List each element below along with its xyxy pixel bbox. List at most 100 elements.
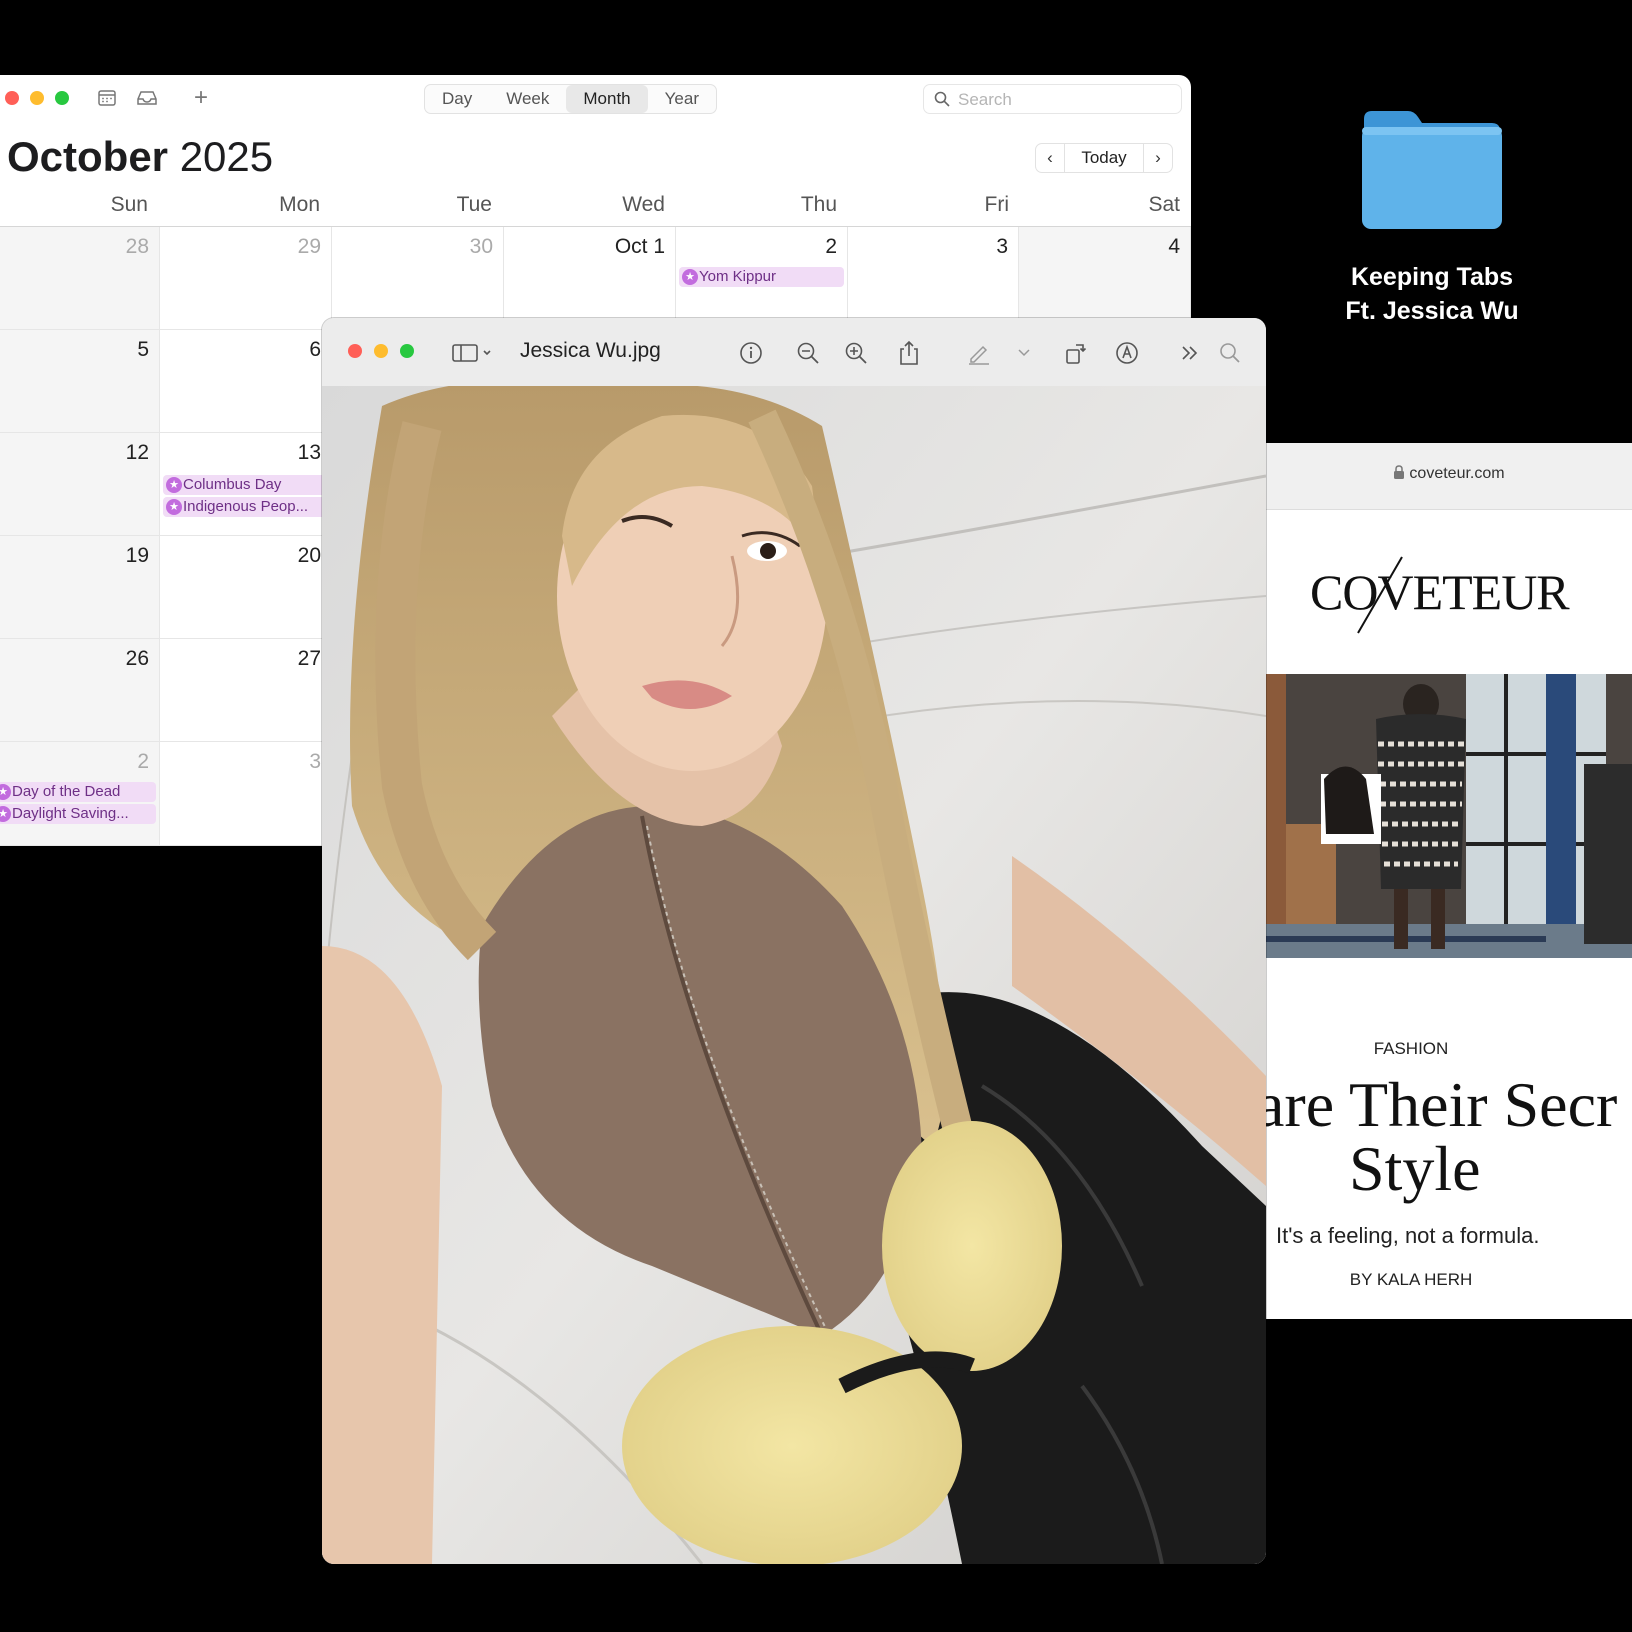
day-cell[interactable]: 2 ★Day of the Dead ★Daylight Saving...	[0, 742, 160, 846]
month-title: October 2025	[7, 133, 273, 181]
folder-label-line: Keeping Tabs	[1350, 263, 1514, 291]
day-cell[interactable]: 3	[848, 227, 1019, 330]
share-icon[interactable]	[896, 340, 922, 366]
day-cell[interactable]: 29	[160, 227, 332, 330]
previous-month-button[interactable]: ‹	[1036, 144, 1064, 172]
article-category[interactable]: FASHION	[1266, 1039, 1556, 1059]
weekday-header: Sun	[110, 193, 148, 216]
article-hero-image[interactable]	[1266, 674, 1632, 958]
day-cell[interactable]: 30	[332, 227, 504, 330]
weekday-header: Tue	[456, 193, 492, 216]
day-cell[interactable]: 12	[0, 433, 160, 536]
preview-toolbar: Jessica Wu.jpg	[322, 318, 1266, 387]
day-number: 19	[125, 544, 149, 567]
day-cell[interactable]: 26	[0, 639, 160, 742]
view-year-button[interactable]: Year	[648, 85, 716, 113]
rotate-icon[interactable]	[1063, 340, 1089, 366]
day-cell[interactable]: 2 ★ Yom Kippur	[676, 227, 848, 330]
event-day-of-the-dead[interactable]: ★Day of the Dead	[0, 782, 156, 802]
markup-pen-icon[interactable]	[966, 340, 992, 366]
view-week-button[interactable]: Week	[489, 85, 566, 113]
day-cell[interactable]: 4	[1019, 227, 1191, 330]
info-icon[interactable]	[738, 340, 764, 366]
day-cell[interactable]: 19	[0, 536, 160, 639]
weekday-header: Thu	[800, 193, 837, 216]
chevron-down-icon[interactable]	[1015, 340, 1033, 366]
search-icon	[934, 91, 950, 107]
headline-line: are Their Secr	[1266, 1069, 1618, 1140]
minimize-button[interactable]	[374, 344, 388, 358]
zoom-out-icon[interactable]	[795, 340, 821, 366]
view-switcher: Day Week Month Year	[424, 84, 717, 114]
day-number: 3	[996, 235, 1008, 258]
day-cell[interactable]: Oct 1	[504, 227, 676, 330]
today-button[interactable]: Today	[1064, 144, 1144, 172]
event-yom-kippur[interactable]: ★ Yom Kippur	[679, 267, 844, 287]
day-number: 3	[309, 750, 321, 773]
view-month-button[interactable]: Month	[566, 85, 648, 113]
day-number: 2	[137, 750, 149, 773]
view-day-button[interactable]: Day	[425, 85, 489, 113]
zoom-button[interactable]	[55, 91, 69, 105]
day-cell[interactable]: 20	[160, 536, 332, 639]
search-icon[interactable]	[1217, 340, 1243, 366]
address-bar[interactable]: coveteur.com	[1266, 443, 1632, 510]
article-headline[interactable]: are Their Secr Style	[1266, 1073, 1632, 1201]
zoom-in-icon[interactable]	[843, 340, 869, 366]
event-indigenous-peoples-day[interactable]: ★ Indigenous Peop...	[163, 497, 328, 517]
year-label: 2025	[179, 133, 274, 180]
url-field[interactable]: coveteur.com	[1266, 465, 1632, 483]
day-cell[interactable]: 3	[160, 742, 332, 846]
day-number: 13	[297, 441, 321, 464]
photo-jessica-wu[interactable]	[322, 386, 1266, 1564]
star-icon: ★	[682, 269, 698, 285]
search-field[interactable]: Search	[923, 84, 1182, 114]
folder-label-line: Ft. Jessica Wu	[1345, 297, 1519, 325]
article-byline[interactable]: BY KALA HERH	[1266, 1270, 1556, 1290]
weekday-header: Fri	[984, 193, 1010, 216]
inbox-icon[interactable]	[136, 87, 158, 109]
add-event-button[interactable]: +	[190, 84, 212, 111]
day-number: 5	[137, 338, 149, 361]
site-logo[interactable]: COVETEUR	[1310, 556, 1570, 634]
day-cell[interactable]: 5	[0, 330, 160, 433]
weekday-header: Sat	[1148, 193, 1180, 216]
event-columbus-day[interactable]: ★ Columbus Day	[163, 475, 328, 495]
preview-window: Jessica Wu.jpg	[322, 318, 1266, 1564]
event-title: Yom Kippur	[699, 268, 776, 285]
day-number: 12	[125, 441, 149, 464]
logo-text: COVETEUR	[1310, 564, 1570, 620]
chevron-double-right-icon[interactable]	[1177, 340, 1203, 366]
day-number: 29	[297, 235, 321, 258]
day-cell[interactable]: 6	[160, 330, 332, 433]
folder-icon[interactable]	[1358, 109, 1504, 233]
sidebar-toggle-icon[interactable]	[452, 340, 492, 366]
calendar-list-icon[interactable]	[96, 87, 118, 109]
day-number: Oct 1	[614, 235, 665, 258]
close-button[interactable]	[348, 344, 362, 358]
day-cell[interactable]: 13 ★ Columbus Day ★ Indigenous Peop...	[160, 433, 332, 536]
day-number: 6	[309, 338, 321, 361]
search-placeholder: Search	[958, 90, 1012, 109]
weekday-header: Mon	[279, 193, 320, 216]
document-title[interactable]: Jessica Wu.jpg	[520, 339, 661, 363]
day-number: 27	[297, 647, 321, 670]
url-text: coveteur.com	[1409, 465, 1505, 482]
minimize-button[interactable]	[30, 91, 44, 105]
logo-slash-mark	[1357, 556, 1403, 634]
day-cell[interactable]: 27	[160, 639, 332, 742]
day-cell[interactable]: 28	[0, 227, 160, 330]
event-title: Daylight Saving...	[12, 805, 129, 822]
close-button[interactable]	[5, 91, 19, 105]
star-icon: ★	[166, 477, 182, 493]
day-number: 20	[297, 544, 321, 567]
next-month-button[interactable]: ›	[1144, 144, 1172, 172]
star-icon: ★	[0, 784, 11, 800]
folder-label[interactable]: Keeping Tabs Ft. Jessica Wu	[1290, 260, 1574, 328]
markup-toolbar-icon[interactable]	[1114, 340, 1140, 366]
day-number: 4	[1168, 235, 1180, 258]
event-daylight-saving[interactable]: ★Daylight Saving...	[0, 804, 156, 824]
calendar-toolbar: + Day Week Month Year Search	[0, 75, 1191, 125]
zoom-button[interactable]	[400, 344, 414, 358]
article-subhead: It's a feeling, not a formula.	[1276, 1223, 1540, 1248]
